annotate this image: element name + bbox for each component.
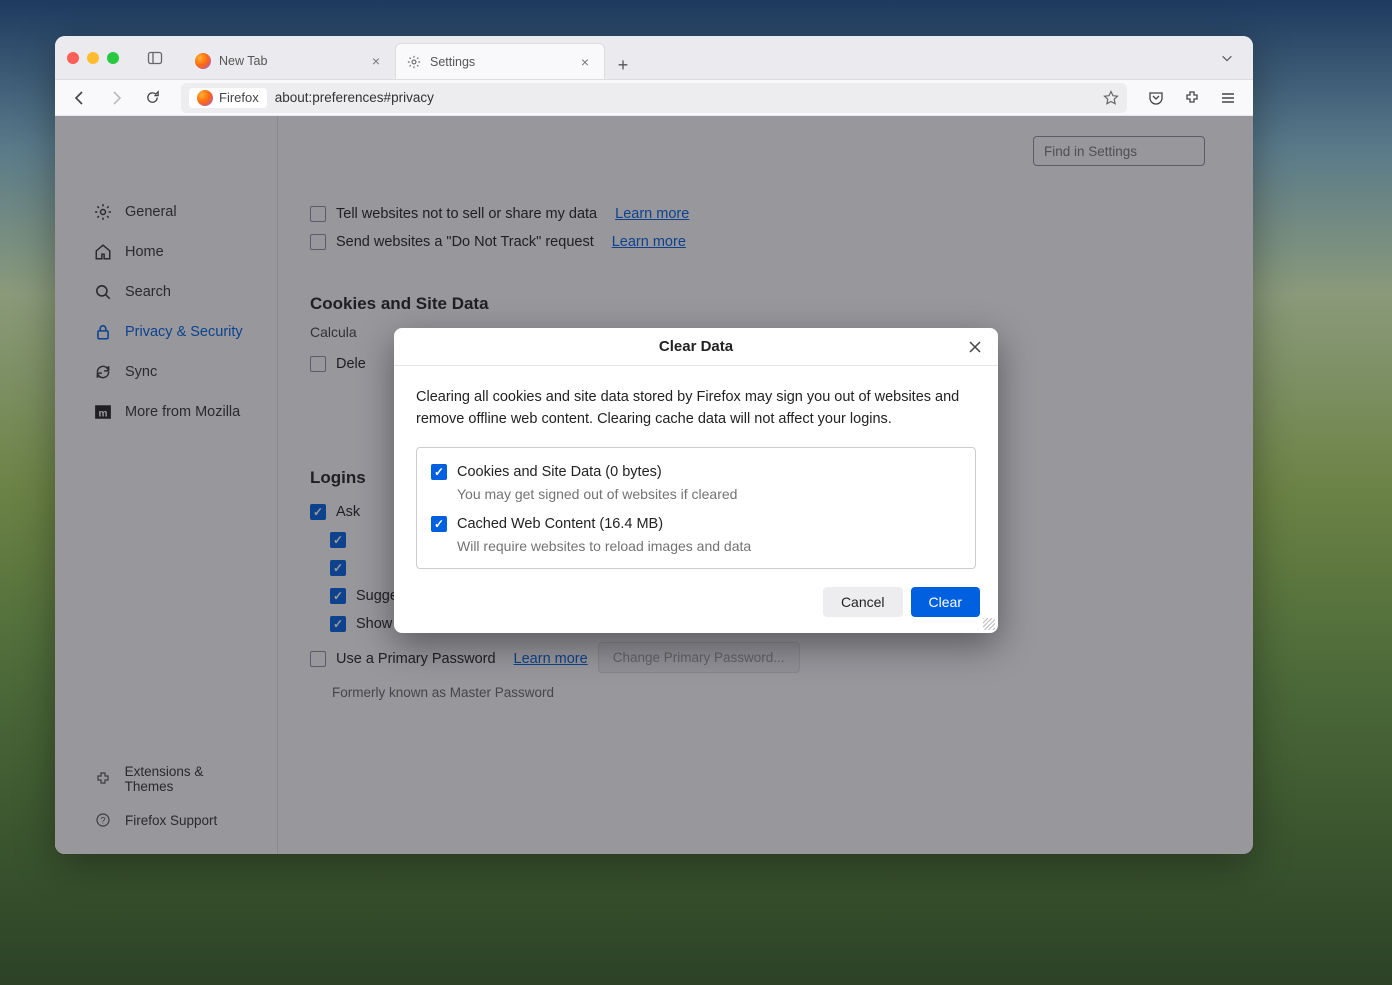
tab-label: Settings bbox=[430, 55, 475, 69]
cache-option-label: Cached Web Content (16.4 MB) bbox=[457, 516, 663, 532]
dialog-title: Clear Data bbox=[659, 338, 733, 355]
cookies-option: Cookies and Site Data (0 bytes) bbox=[431, 464, 961, 480]
bookmark-star-icon[interactable] bbox=[1103, 90, 1119, 106]
cookies-option-checkbox[interactable] bbox=[431, 464, 447, 480]
identity-box[interactable]: Firefox bbox=[189, 88, 267, 108]
tab-settings[interactable]: Settings × bbox=[395, 43, 605, 79]
sidebar-toggle-icon[interactable] bbox=[141, 44, 169, 72]
tab-label: New Tab bbox=[219, 54, 267, 68]
firefox-icon bbox=[197, 90, 213, 106]
clear-data-dialog: Clear Data Clearing all cookies and site… bbox=[394, 328, 998, 633]
resize-grip-icon[interactable] bbox=[983, 618, 995, 630]
cookies-option-label: Cookies and Site Data (0 bytes) bbox=[457, 464, 662, 480]
back-button[interactable] bbox=[65, 83, 95, 113]
pocket-icon[interactable] bbox=[1141, 83, 1171, 113]
identity-label: Firefox bbox=[219, 90, 259, 105]
cache-option-sub: Will require websites to reload images a… bbox=[457, 538, 961, 554]
cache-option-checkbox[interactable] bbox=[431, 516, 447, 532]
dialog-body: Clearing all cookies and site data store… bbox=[394, 366, 998, 587]
window-controls bbox=[67, 52, 119, 64]
tab-strip: New Tab × Settings × + bbox=[185, 36, 1205, 79]
tab-new-tab[interactable]: New Tab × bbox=[185, 43, 395, 79]
dialog-description: Clearing all cookies and site data store… bbox=[416, 386, 976, 431]
reload-button[interactable] bbox=[137, 83, 167, 113]
url-bar[interactable]: Firefox about:preferences#privacy bbox=[181, 83, 1127, 113]
cache-option: Cached Web Content (16.4 MB) bbox=[431, 516, 961, 532]
clear-options-box: Cookies and Site Data (0 bytes) You may … bbox=[416, 447, 976, 569]
cookies-option-sub: You may get signed out of websites if cl… bbox=[457, 486, 961, 502]
close-tab-icon[interactable]: × bbox=[367, 53, 385, 69]
extensions-icon[interactable] bbox=[1177, 83, 1207, 113]
forward-button[interactable] bbox=[101, 83, 131, 113]
new-tab-button[interactable]: + bbox=[609, 51, 637, 79]
dialog-close-button[interactable] bbox=[964, 336, 986, 358]
list-tabs-button[interactable] bbox=[1213, 44, 1241, 72]
dialog-footer: Cancel Clear bbox=[394, 587, 998, 633]
navigation-toolbar: Firefox about:preferences#privacy bbox=[55, 80, 1253, 116]
titlebar: New Tab × Settings × + bbox=[55, 36, 1253, 80]
clear-button[interactable]: Clear bbox=[911, 587, 980, 617]
firefox-icon bbox=[195, 53, 211, 69]
cancel-button[interactable]: Cancel bbox=[823, 587, 903, 617]
close-tab-icon[interactable]: × bbox=[576, 54, 594, 70]
gear-icon bbox=[406, 54, 422, 70]
dialog-header: Clear Data bbox=[394, 328, 998, 366]
minimize-window-button[interactable] bbox=[87, 52, 99, 64]
close-window-button[interactable] bbox=[67, 52, 79, 64]
maximize-window-button[interactable] bbox=[107, 52, 119, 64]
url-text: about:preferences#privacy bbox=[275, 90, 434, 105]
hamburger-menu-icon[interactable] bbox=[1213, 83, 1243, 113]
